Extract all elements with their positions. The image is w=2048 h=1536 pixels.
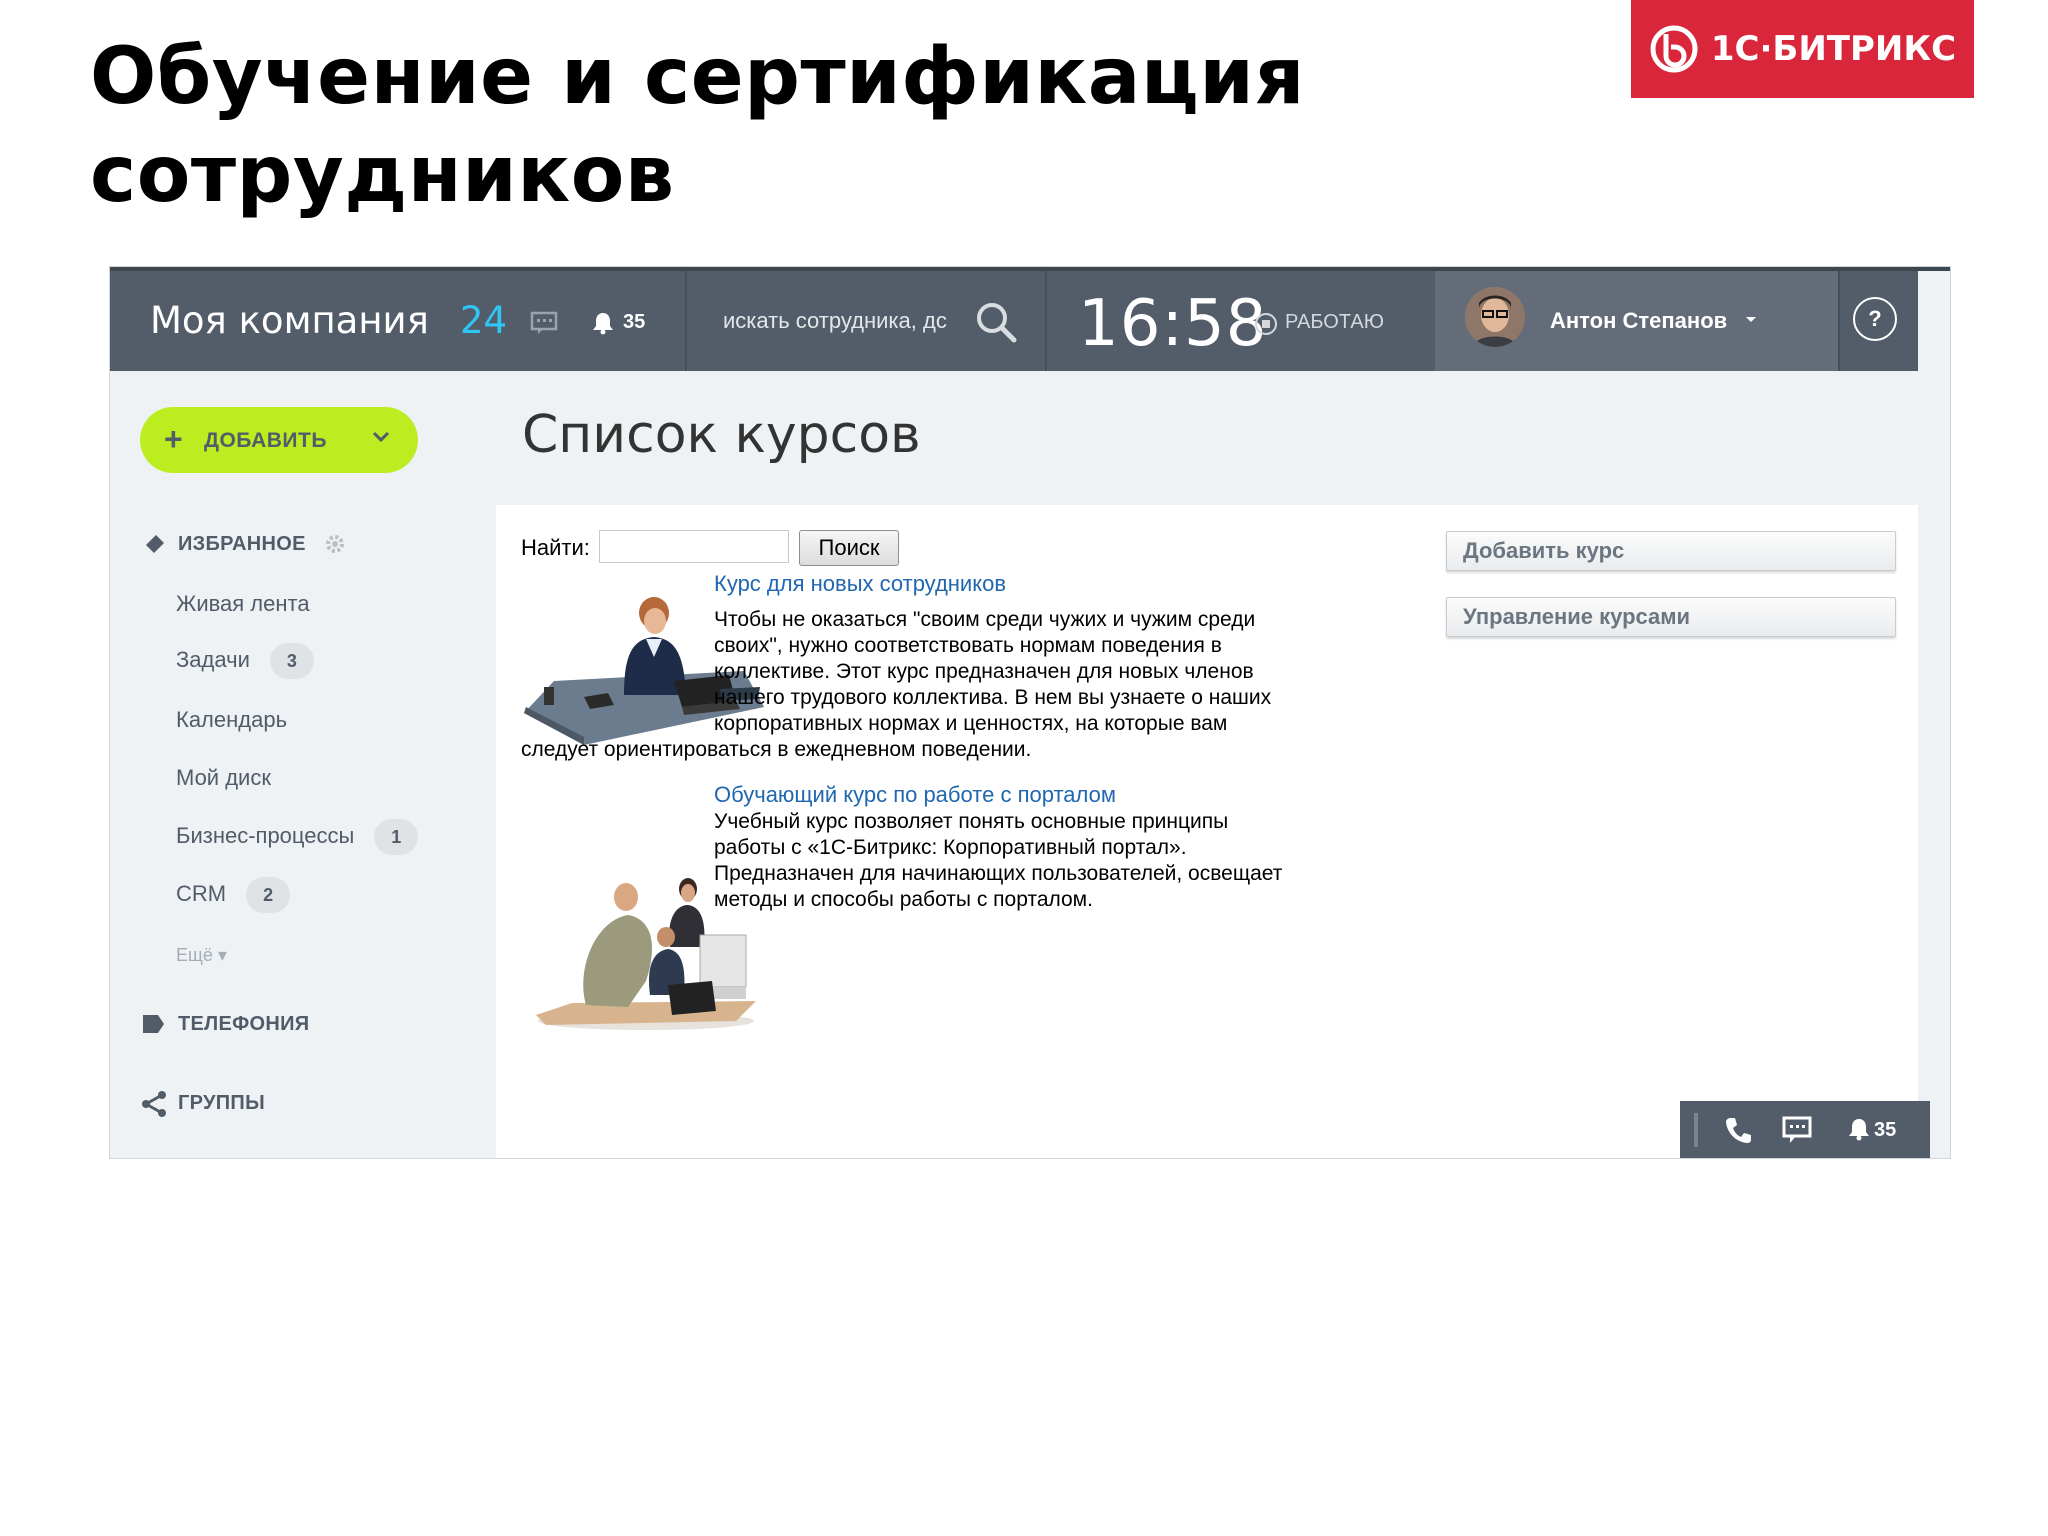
telephony-label: ТЕЛЕФОНИЯ [178, 1013, 310, 1035]
share-icon [142, 1091, 166, 1117]
help-icon[interactable]: ? [1853, 297, 1897, 341]
chat-icon[interactable] [1782, 1115, 1812, 1145]
course-desc-line: Чтобы не оказаться "своим среди чужих и … [714, 608, 1256, 631]
plus-icon: + [164, 421, 183, 457]
find-input[interactable] [599, 530, 789, 563]
sidebar-item-label: Календарь [176, 707, 288, 732]
course-description: Чтобы не оказаться "своим среди чужих и … [714, 607, 1354, 737]
course-desc-line: Учебный курс позволяет понять основные п… [714, 810, 1229, 833]
course-desc-line: Предназначен для начинающих пользователе… [714, 862, 1283, 885]
bell-icon[interactable] [592, 311, 614, 335]
portal-window: Моя компания 24 35 искать сотрудника, дс… [109, 266, 1951, 1159]
search-input[interactable]: искать сотрудника, дс [723, 308, 947, 334]
sidebar-item-label: Бизнес-процессы [176, 822, 355, 848]
sidebar-item-bizproc[interactable]: Бизнес-процессы 1 [176, 819, 419, 855]
sidebar-item-label: Задачи [176, 646, 250, 672]
top-bar: Моя компания 24 35 искать сотрудника, дс… [110, 267, 1950, 371]
bell-icon[interactable] [1848, 1117, 1870, 1141]
gear-icon[interactable] [324, 533, 346, 555]
sidebar-item-disk[interactable]: Мой диск [176, 765, 271, 791]
bitrix-logo: 1С·БИТРИКС [1631, 0, 1974, 98]
course-desc-line: корпоративных нормах и ценностях, на кот… [714, 712, 1228, 735]
notification-count: 35 [1874, 1119, 1897, 1141]
notification-count: 35 [623, 311, 646, 333]
add-button-label: ДОБАВИТЬ [204, 429, 327, 452]
sidebar-item-label: Живая лента [176, 591, 310, 616]
topbar-divider [1838, 271, 1840, 371]
course-desc-line: следует ориентироваться в ежедневном пов… [521, 738, 1032, 761]
sidebar-item-feed[interactable]: Живая лента [176, 591, 310, 617]
search-icon[interactable] [975, 301, 1017, 343]
slide-title-line1: Обучение и сертификация [90, 32, 1305, 122]
sidebar-item-label: Мой диск [176, 765, 271, 790]
clock[interactable]: 16:58 [1078, 287, 1267, 361]
course-desc-line: коллективе. Этот курс предназначен для н… [714, 660, 1254, 683]
sidebar-more[interactable]: Ещё ▾ [176, 945, 227, 966]
work-status[interactable]: РАБОТАЮ [1285, 311, 1384, 334]
drag-handle[interactable] [1694, 1113, 1698, 1147]
company-24-label: 24 [460, 299, 508, 342]
course-desc-line: нашего трудового коллектива. В нем вы уз… [714, 686, 1272, 709]
bizproc-counter: 1 [374, 819, 419, 855]
sidebar-item-calendar[interactable]: Календарь [176, 707, 287, 733]
tasks-counter: 3 [269, 643, 314, 679]
add-course-button[interactable]: Добавить курс [1446, 531, 1896, 571]
course-link[interactable]: Курс для новых сотрудников [714, 571, 1006, 597]
logo-text: 1С·БИТРИКС [1710, 29, 1957, 69]
bitrix-logo-icon [1650, 25, 1698, 73]
manage-courses-button[interactable]: Управление курсами [1446, 597, 1896, 637]
add-button[interactable]: + ДОБАВИТЬ [140, 407, 418, 473]
course-desc-line: методы и способы работы с порталом. [714, 888, 1093, 911]
slide-title: Обучение и сертификация сотрудников [90, 28, 1390, 224]
search-button[interactable]: Поиск [799, 530, 899, 566]
course-list-panel: Найти: Поиск Курс для новых сотрудников … [496, 505, 1918, 1158]
course-description: Учебный курс позволяет понять основные п… [714, 809, 1374, 913]
avatar[interactable] [1465, 287, 1525, 347]
user-name[interactable]: Антон Степанов [1550, 308, 1727, 334]
sidebar-item-tasks[interactable]: Задачи 3 [176, 643, 314, 679]
favorites-label: ИЗБРАННОЕ [178, 533, 306, 555]
course-link[interactable]: Обучающий курс по работе с порталом [714, 782, 1116, 808]
topbar-edge [1918, 271, 1950, 371]
pin-icon [144, 535, 164, 557]
course-desc-line: работы с «1С-Битрикс: Корпоративный порт… [714, 836, 1187, 859]
sidebar-item-label: CRM [176, 880, 227, 906]
caret-icon[interactable] [1745, 316, 1757, 324]
topbar-divider [1045, 271, 1047, 371]
phone-icon[interactable] [1724, 1115, 1754, 1145]
more-label: Ещё [176, 945, 213, 965]
status-icon[interactable] [1254, 312, 1278, 336]
caret-icon: ▾ [217, 945, 227, 965]
slide-title-line2: сотрудников [90, 130, 675, 220]
crm-counter: 2 [246, 877, 291, 913]
topbar-divider [685, 271, 687, 371]
course-desc-line: своих", нужно соответствовать нормам пов… [714, 634, 1222, 657]
user-menu[interactable]: Антон Степанов [1435, 271, 1838, 371]
sidebar-item-crm[interactable]: CRM 2 [176, 877, 291, 913]
chat-icon[interactable] [530, 311, 558, 335]
telephony-icon [143, 1015, 164, 1033]
bottom-toolbar: 35 [1680, 1101, 1930, 1158]
find-label: Найти: [521, 535, 590, 560]
company-name[interactable]: Моя компания [150, 299, 429, 342]
groups-label: ГРУППЫ [178, 1092, 265, 1114]
chevron-down-icon[interactable] [372, 431, 390, 443]
page-title: Список курсов [522, 405, 921, 465]
